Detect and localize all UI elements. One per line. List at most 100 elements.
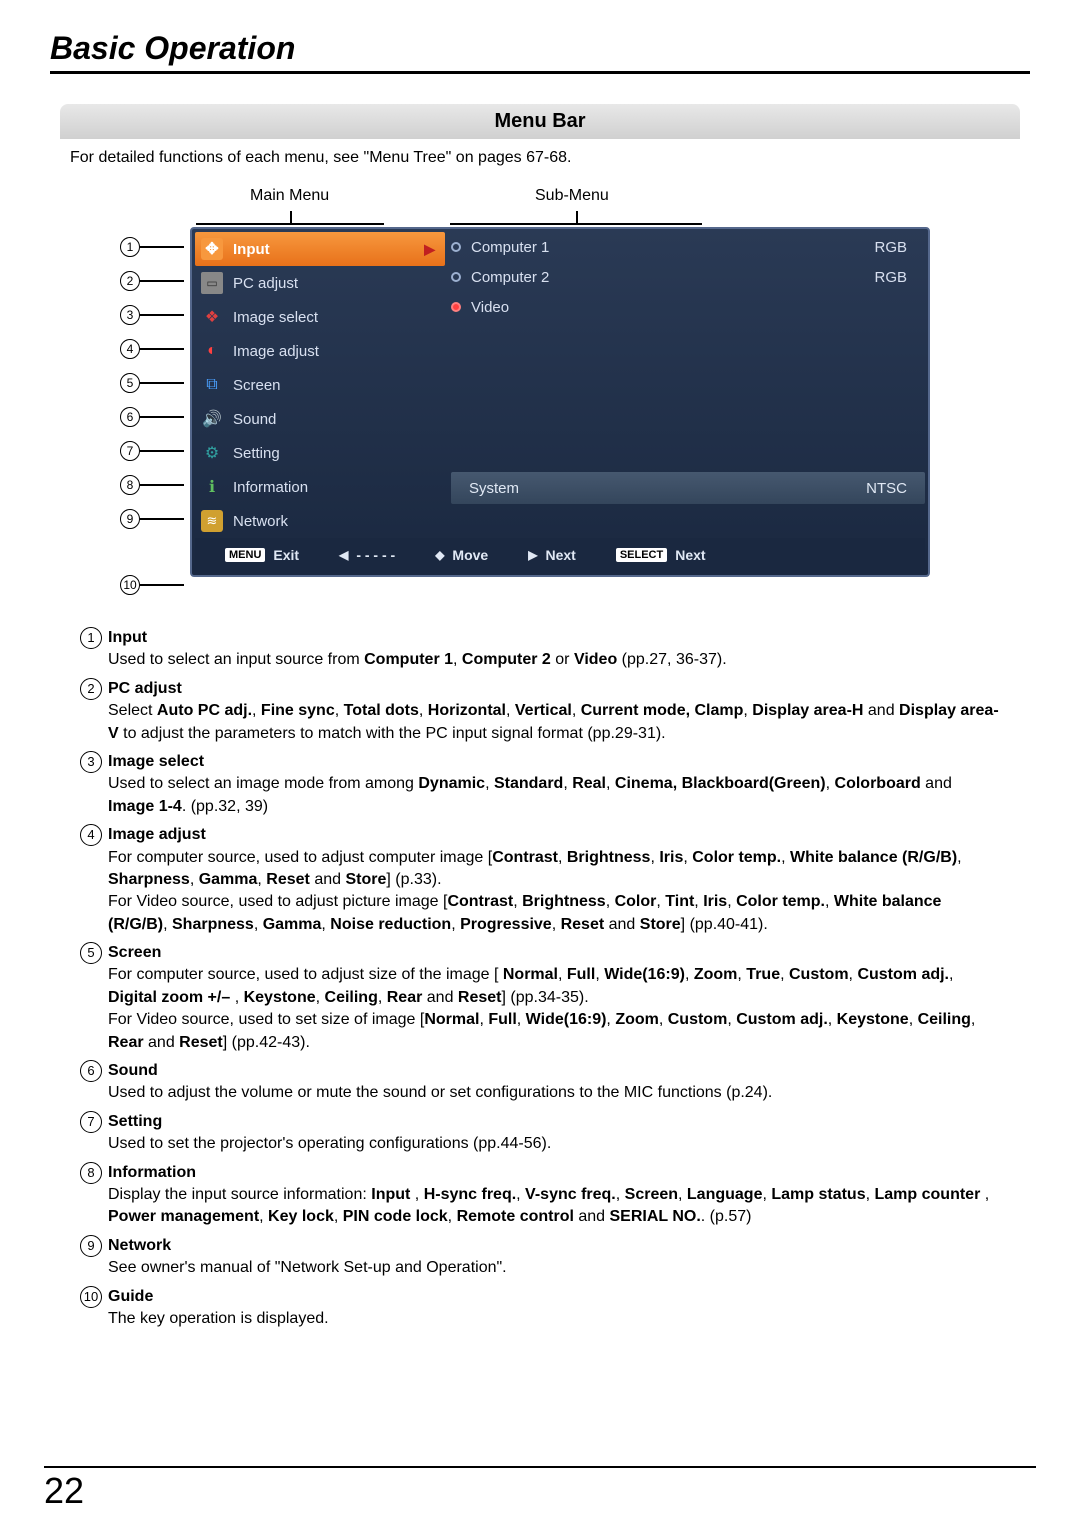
page-number: 22 xyxy=(44,1466,1036,1512)
definition-item: 3 Image selectUsed to select an image mo… xyxy=(80,751,1000,818)
callout-9: 9 xyxy=(120,509,184,529)
def-number: 3 xyxy=(80,751,102,773)
menu-badge: MENU xyxy=(225,548,265,562)
menu-item-label: Sound xyxy=(233,411,276,428)
definition-item: 5 ScreenFor computer source, used to adj… xyxy=(80,942,1000,1054)
sub-menu-item-computer-2[interactable]: Computer 2 RGB xyxy=(451,262,925,292)
setting-icon: ⚙ xyxy=(201,442,223,464)
network-icon: ≋ xyxy=(201,510,223,532)
def-title: Network xyxy=(108,1235,171,1257)
def-number: 8 xyxy=(80,1162,102,1184)
def-number: 1 xyxy=(80,627,102,649)
system-label: System xyxy=(469,480,519,497)
def-number: 4 xyxy=(80,824,102,846)
image-select-icon: ❖ xyxy=(201,306,223,328)
menu-diagram: Main Menu Sub-Menu 12345678910 ✥Input▭PC… xyxy=(90,187,990,607)
menu-item-label: Image select xyxy=(233,309,318,326)
main-menu-item-pc-adjust[interactable]: ▭ PC adjust xyxy=(195,266,445,300)
def-body: Used to select an input source from Comp… xyxy=(108,649,1000,671)
def-body: Used to set the projector's operating co… xyxy=(108,1133,1000,1155)
callout-10: 10 xyxy=(120,575,184,595)
main-menu-item-setting[interactable]: ⚙Setting xyxy=(195,436,445,470)
def-number: 2 xyxy=(80,678,102,700)
callout-6: 6 xyxy=(120,407,184,427)
def-title: Screen xyxy=(108,942,161,964)
main-menu-item-screen[interactable]: ⧉Screen xyxy=(195,368,445,402)
guide-move: ◆Move xyxy=(435,547,488,563)
section-header: Menu Bar xyxy=(60,104,1020,139)
menu-item-label: PC adjust xyxy=(233,275,298,292)
main-menu-item-input[interactable]: ✥ Input xyxy=(195,232,445,266)
def-body: For computer source, used to adjust size… xyxy=(108,964,1000,1054)
pc-adjust-icon: ▭ xyxy=(201,272,223,294)
callout-3: 3 xyxy=(120,305,184,325)
screen-icon: ⧉ xyxy=(201,374,223,396)
def-body: Used to adjust the volume or mute the so… xyxy=(108,1082,1000,1104)
input-icon: ✥ xyxy=(201,238,223,260)
sub-menu-item-computer-1[interactable]: Computer 1 RGB xyxy=(451,232,925,262)
callout-1: 1 xyxy=(120,237,184,257)
sound-icon: 🔊 xyxy=(201,408,223,430)
menu-item-label: Image adjust xyxy=(233,343,319,360)
guide-select: SELECT Next xyxy=(616,547,706,563)
definition-item: 4 Image adjustFor computer source, used … xyxy=(80,824,1000,936)
callout-8: 8 xyxy=(120,475,184,495)
osd-menu: ✥ Input ▭ PC adjust ❖ Image select ◐ Image adju… xyxy=(190,227,930,577)
column-label-main: Main Menu xyxy=(250,187,329,205)
main-menu-column: ✥ Input ▭ PC adjust ❖ Image select ◐ Image adju… xyxy=(195,232,445,538)
sub-menu-column: Computer 1 RGB Computer 2 RGB Video System N… xyxy=(445,232,925,538)
sub-item-label: Computer 2 xyxy=(471,269,549,286)
callout-4: 4 xyxy=(120,339,184,359)
def-title: Image select xyxy=(108,751,204,773)
definition-item: 10 GuideThe key operation is displayed. xyxy=(80,1286,1000,1331)
radio-icon xyxy=(451,242,461,252)
main-menu-item-sound[interactable]: 🔊 Sound xyxy=(195,402,445,436)
definition-item: 8 InformationDisplay the input source in… xyxy=(80,1162,1000,1229)
radio-icon xyxy=(451,302,461,312)
sub-item-value: RGB xyxy=(874,269,907,286)
information-icon: ℹ xyxy=(201,476,223,498)
def-number: 7 xyxy=(80,1111,102,1133)
select-badge: SELECT xyxy=(616,548,667,562)
radio-icon xyxy=(451,272,461,282)
def-title: Sound xyxy=(108,1060,158,1082)
callout-5: 5 xyxy=(120,373,184,393)
definition-item: 6 SoundUsed to adjust the volume or mute… xyxy=(80,1060,1000,1105)
image-adjust-icon: ◐ xyxy=(201,340,223,362)
def-title: PC adjust xyxy=(108,678,182,700)
def-body: The key operation is displayed. xyxy=(108,1308,1000,1330)
main-menu-item-information[interactable]: ℹInformation xyxy=(195,470,445,504)
def-title: Input xyxy=(108,627,147,649)
def-body: Used to select an image mode from among … xyxy=(108,773,1000,818)
guide-bar: MENU Exit ◀- - - - - ◆Move ▶Next SELECT … xyxy=(195,538,925,572)
sub-item-value: RGB xyxy=(874,239,907,256)
definition-item: 1 InputUsed to select an input source fr… xyxy=(80,627,1000,672)
def-number: 5 xyxy=(80,942,102,964)
def-title: Guide xyxy=(108,1286,153,1308)
page-title: Basic Operation xyxy=(50,30,1030,74)
column-label-sub: Sub-Menu xyxy=(535,187,609,205)
intro-text: For detailed functions of each menu, see… xyxy=(70,149,1010,167)
main-menu-item-network[interactable]: ≋Network xyxy=(195,504,445,538)
def-body: Display the input source information: In… xyxy=(108,1184,1000,1229)
sub-item-label: Computer 1 xyxy=(471,239,549,256)
menu-item-label: Input xyxy=(233,241,270,258)
sub-item-label: Video xyxy=(471,299,509,316)
definition-item: 2 PC adjustSelect Auto PC adj., Fine syn… xyxy=(80,678,1000,745)
main-menu-item-image-select[interactable]: ❖ Image select xyxy=(195,300,445,334)
def-body: See owner's manual of "Network Set-up an… xyxy=(108,1257,1000,1279)
def-title: Image adjust xyxy=(108,824,206,846)
definition-item: 9 NetworkSee owner's manual of "Network … xyxy=(80,1235,1000,1280)
definition-item: 7 SettingUsed to set the projector's ope… xyxy=(80,1111,1000,1156)
def-number: 6 xyxy=(80,1060,102,1082)
def-body: For computer source, used to adjust comp… xyxy=(108,847,1000,937)
definitions: 1 InputUsed to select an input source fr… xyxy=(80,627,1000,1330)
sub-menu-item-video[interactable]: Video xyxy=(451,292,925,322)
main-menu-item-image-adjust[interactable]: ◐ Image adjust xyxy=(195,334,445,368)
system-value: NTSC xyxy=(866,480,907,497)
def-number: 9 xyxy=(80,1235,102,1257)
def-body: Select Auto PC adj., Fine sync, Total do… xyxy=(108,700,1000,745)
def-number: 10 xyxy=(80,1286,102,1308)
guide-back: ◀- - - - - xyxy=(339,547,395,563)
guide-next: ▶Next xyxy=(528,547,576,563)
